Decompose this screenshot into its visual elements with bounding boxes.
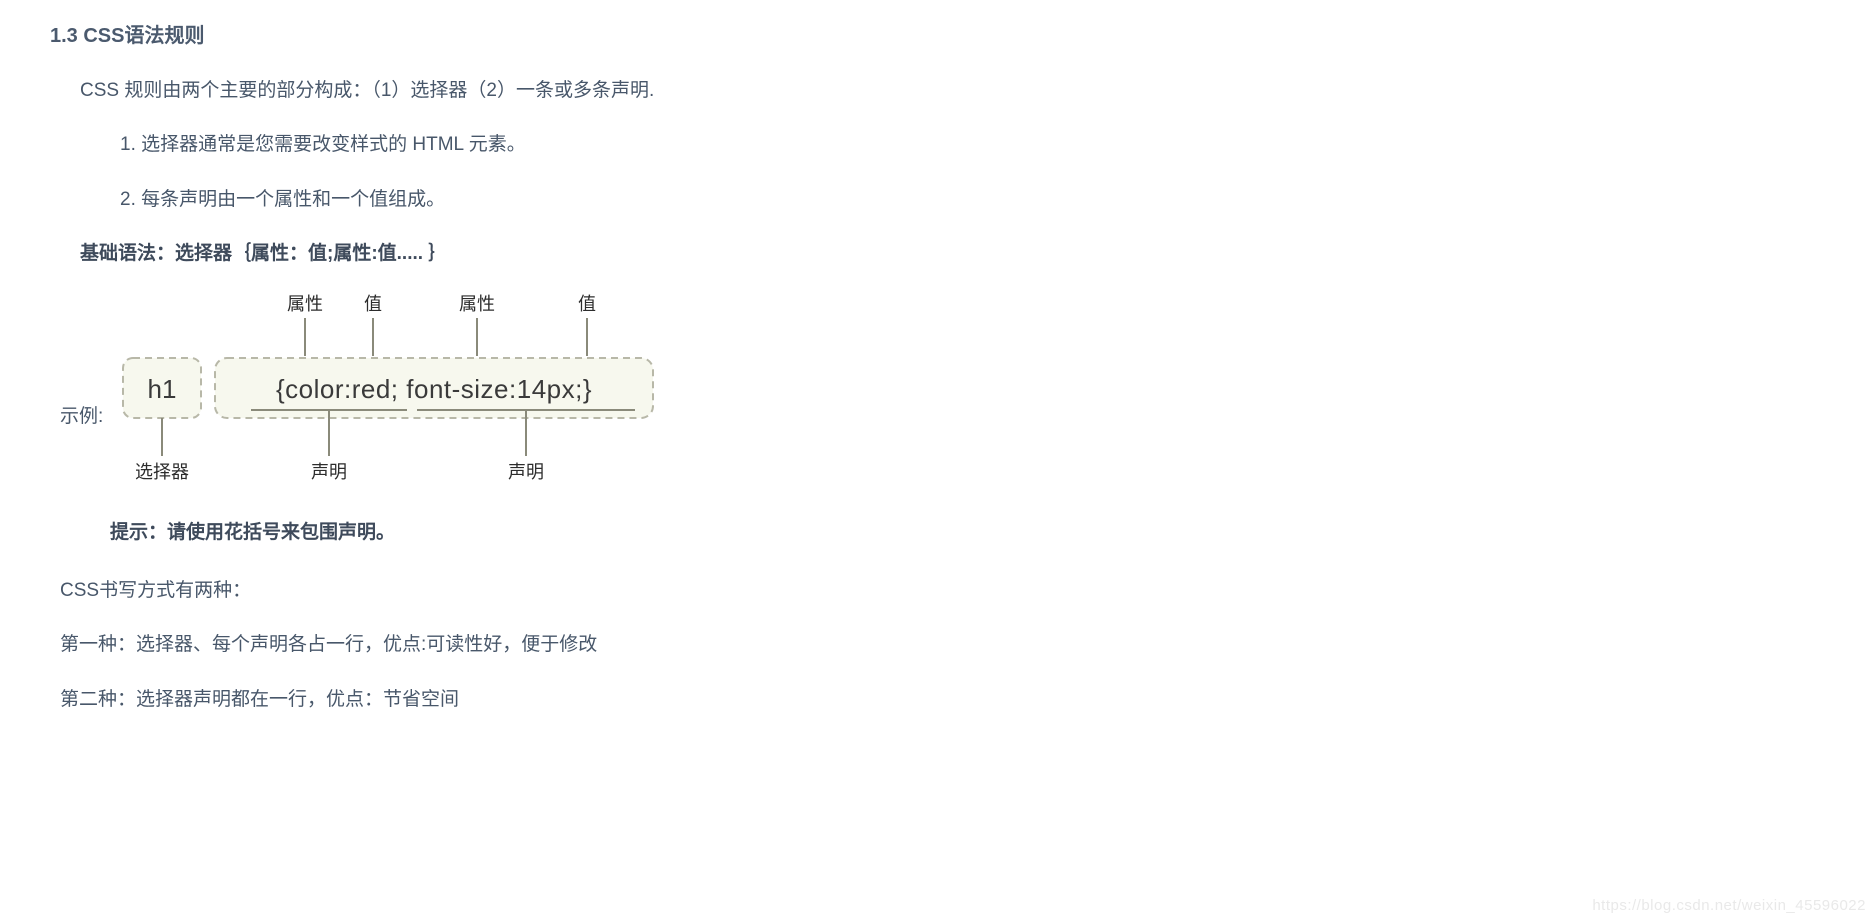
- label-decl2: 声明: [508, 462, 544, 482]
- way-2: 第二种：选择器声明都在一行，优点：节省空间: [60, 685, 1822, 715]
- label-attr2: 属性: [459, 294, 495, 314]
- declaration-text: {color:red; font-size:14px;}: [276, 374, 592, 404]
- tip-line: 提示：请使用花括号来包围声明。: [110, 518, 1822, 548]
- label-decl1: 声明: [311, 462, 347, 482]
- list-item-2: 2. 每条声明由一个属性和一个值组成。: [120, 185, 1822, 215]
- section-heading: 1.3 CSS语法规则: [50, 20, 1822, 52]
- list-item-1: 1. 选择器通常是您需要改变样式的 HTML 元素。: [120, 130, 1822, 160]
- label-val2: 值: [578, 294, 596, 314]
- label-selector: 选择器: [135, 462, 189, 482]
- way-1: 第一种：选择器、每个声明各占一行，优点:可读性好，便于修改: [60, 630, 1822, 660]
- selector-text: h1: [148, 374, 177, 404]
- syntax-diagram-svg: 属性 值 属性 值 h1 {color:red; font-size:14px;…: [117, 290, 663, 490]
- diagram-svg-container: 属性 值 属性 值 h1 {color:red; font-size:14px;…: [117, 290, 663, 490]
- intro-paragraph: CSS 规则由两个主要的部分构成：（1）选择器（2）一条或多条声明.: [80, 76, 1822, 106]
- watermark: https://blog.csdn.net/weixin_45596022: [1592, 894, 1866, 918]
- label-attr1: 属性: [287, 294, 323, 314]
- two-ways-intro: CSS书写方式有两种：: [60, 576, 1822, 606]
- example-label: 示例:: [60, 402, 103, 432]
- label-val1: 值: [364, 294, 382, 314]
- css-syntax-diagram: 示例: 属性 值 属性 值 h1 {color:red; font-size:1…: [60, 290, 1822, 490]
- syntax-summary: 基础语法：选择器｛属性：值;属性:值..... ｝: [80, 239, 1822, 269]
